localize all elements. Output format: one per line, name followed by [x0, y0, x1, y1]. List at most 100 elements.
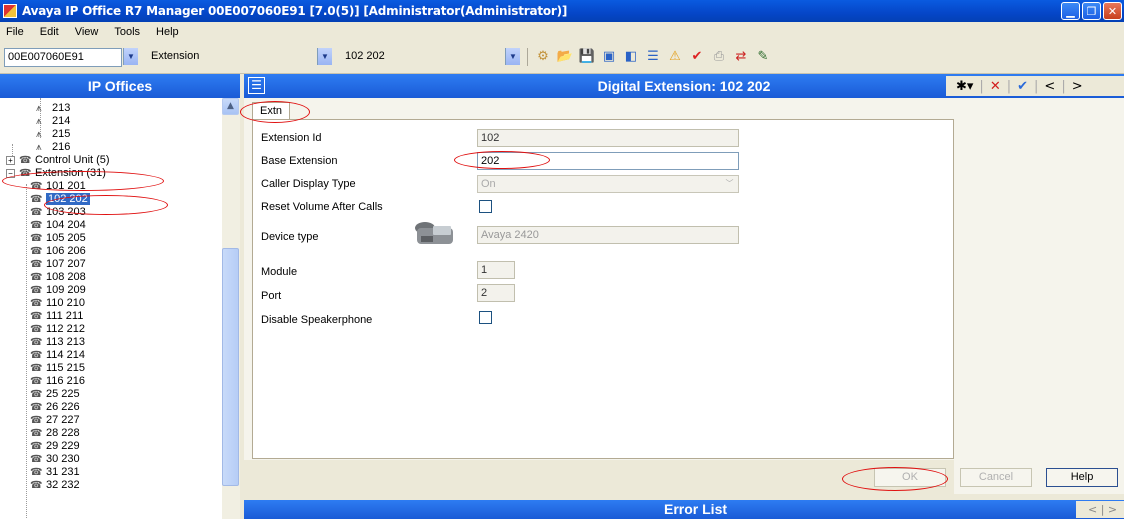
next-arrow-icon[interactable]: > [1108, 503, 1117, 516]
short-code-icon: ⩚ [36, 116, 42, 127]
reset-volume-checkbox[interactable] [479, 200, 492, 213]
menu-edit[interactable]: Edit [40, 26, 59, 38]
details-panel-icon[interactable]: ☰ [248, 77, 265, 94]
view-tree-icon[interactable]: ◧ [622, 48, 640, 66]
save-icon[interactable]: 💾 [578, 48, 596, 66]
phone-icon: ☎ [30, 324, 43, 335]
tree-item[interactable]: ☎ 113 213 [30, 336, 85, 349]
tree-item[interactable]: ⩚ 213 [36, 102, 70, 115]
tree-item[interactable]: ☎ 28 228 [30, 427, 80, 440]
tree-item[interactable]: ☎ 30 230 [30, 453, 80, 466]
previous-arrow-icon[interactable]: < [1044, 79, 1055, 94]
warning-icon[interactable]: ⚠ [666, 48, 684, 66]
tree-item[interactable]: ☎ 109 209 [30, 284, 86, 297]
tree-item[interactable]: ☎ 111 211 [30, 310, 83, 323]
delete-icon[interactable]: ✕ [990, 79, 1001, 94]
expand-toggle-icon[interactable]: + [6, 156, 15, 165]
phone-icon: ☎ [30, 376, 43, 387]
tree-item[interactable]: ☎ 107 207 [30, 258, 86, 271]
tree-item[interactable]: ☎ 112 212 [30, 323, 85, 336]
tree-item[interactable]: ☎ 110 210 [30, 297, 85, 310]
menu-help[interactable]: Help [156, 26, 179, 38]
connect-icon[interactable]: ⇄ [732, 48, 750, 66]
phone-icon: ☎ [30, 207, 43, 218]
phone-icon: ☎ [30, 363, 43, 374]
tree-item-label: 27 227 [46, 414, 80, 426]
tree-item[interactable]: ☎ 25 225 [30, 388, 80, 401]
tab-extn[interactable]: Extn [252, 102, 291, 119]
menu-file[interactable]: File [6, 26, 24, 38]
minimize-button[interactable]: ▁ [1061, 2, 1080, 20]
help-button[interactable]: Help [1046, 468, 1118, 487]
apply-check-icon[interactable]: ✔ [1017, 79, 1028, 94]
tree-scrollbar[interactable]: ▲ [222, 98, 240, 519]
cancel-button[interactable]: Cancel [960, 468, 1032, 487]
tree-item-label: 109 209 [46, 284, 86, 296]
base-extension-field[interactable]: 202 [477, 152, 739, 170]
validate-icon[interactable]: ✔ [688, 48, 706, 66]
tree-item-label: 213 [52, 102, 71, 114]
phone-icon: ☎ [30, 428, 43, 439]
view-details-icon[interactable]: ☰ [644, 48, 662, 66]
previous-arrow-icon[interactable]: < [1088, 503, 1097, 516]
tree-item[interactable]: ☎ 27 227 [30, 414, 80, 427]
tree-item[interactable]: ☎ 103 203 [30, 206, 86, 219]
tree-item[interactable]: ☎ 115 215 [30, 362, 85, 375]
tree-item[interactable]: ☎ 116 216 [30, 375, 85, 388]
port-field[interactable]: 2 [477, 284, 515, 302]
tree-item[interactable]: ☎ 31 231 [30, 466, 80, 479]
tree-item[interactable]: ☎ 101 201 [30, 180, 86, 193]
tree-item[interactable]: ☎ 108 208 [30, 271, 86, 284]
restore-button[interactable]: ❐ [1082, 2, 1101, 20]
tree-item[interactable]: ☎ 104 204 [30, 219, 86, 232]
tree-item-label: 101 201 [46, 180, 86, 192]
new-item-icon[interactable]: ✱▾ [956, 79, 973, 94]
tree-item[interactable]: ☎ 32 232 [30, 479, 80, 492]
tree-item-label: 216 [52, 141, 71, 153]
phone-icon: ☎ [30, 389, 43, 400]
tree-item-label: 106 206 [46, 245, 86, 257]
device-type-field[interactable]: Avaya 2420 [477, 226, 739, 244]
type-select[interactable]: Extension [148, 48, 318, 67]
disable-speakerphone-checkbox[interactable] [479, 311, 492, 324]
caller-display-type-select[interactable]: On ﹀ [477, 175, 739, 193]
tree-item[interactable]: ☎ 106 206 [30, 245, 86, 258]
tree-group[interactable]: − ☎ Extension (31) [6, 167, 106, 180]
phone-icon: ☎ [30, 272, 43, 283]
tree-item[interactable]: ☎ 102 202 [30, 193, 90, 206]
system-select[interactable]: 00E007060E91 [4, 48, 122, 67]
tree-item-label: 102 202 [46, 193, 90, 205]
menu-tools[interactable]: Tools [114, 26, 140, 38]
short-code-icon: ⩚ [36, 103, 42, 114]
phone-icon: ☎ [30, 259, 43, 270]
view-list-icon[interactable]: ▣ [600, 48, 618, 66]
tree-item[interactable]: ☎ 105 205 [30, 232, 86, 245]
tree-item[interactable]: ⩚ 215 [36, 128, 70, 141]
item-select[interactable]: 102 202 [342, 48, 512, 67]
tree-item-label: 115 215 [46, 362, 85, 374]
tree-group[interactable]: + ☎ Control Unit (5) [6, 154, 110, 167]
tree-item[interactable]: ☎ 29 229 [30, 440, 80, 453]
item-select-arrow[interactable]: ▼ [505, 48, 520, 67]
module-field[interactable]: 1 [477, 261, 515, 279]
print-icon[interactable]: ⎙ [710, 48, 728, 66]
window-title: Avaya IP Office R7 Manager 00E007060E91 … [22, 4, 568, 18]
system-select-arrow[interactable]: ▼ [123, 48, 138, 67]
tree-item[interactable]: ⩚ 216 [36, 141, 70, 154]
expand-toggle-icon[interactable]: − [6, 169, 15, 178]
close-button[interactable]: ✕ [1103, 2, 1122, 20]
scroll-up-arrow[interactable]: ▲ [222, 98, 239, 115]
open-config-icon[interactable]: ⚙ [534, 48, 552, 66]
next-arrow-icon[interactable]: > [1072, 79, 1083, 94]
tree-item[interactable]: ☎ 114 214 [30, 349, 85, 362]
menu-view[interactable]: View [75, 26, 99, 38]
scroll-thumb[interactable] [222, 248, 239, 486]
ok-button[interactable]: OK [874, 468, 946, 487]
extension-id-field[interactable]: 102 [477, 129, 739, 147]
type-select-arrow[interactable]: ▼ [317, 48, 332, 67]
phone-icon: ☎ [30, 480, 43, 491]
open-file-icon[interactable]: 📂 [556, 48, 574, 66]
tree-item[interactable]: ☎ 26 226 [30, 401, 80, 414]
wizard-icon[interactable]: ✎ [754, 48, 772, 66]
tree-item[interactable]: ⩚ 214 [36, 115, 70, 128]
